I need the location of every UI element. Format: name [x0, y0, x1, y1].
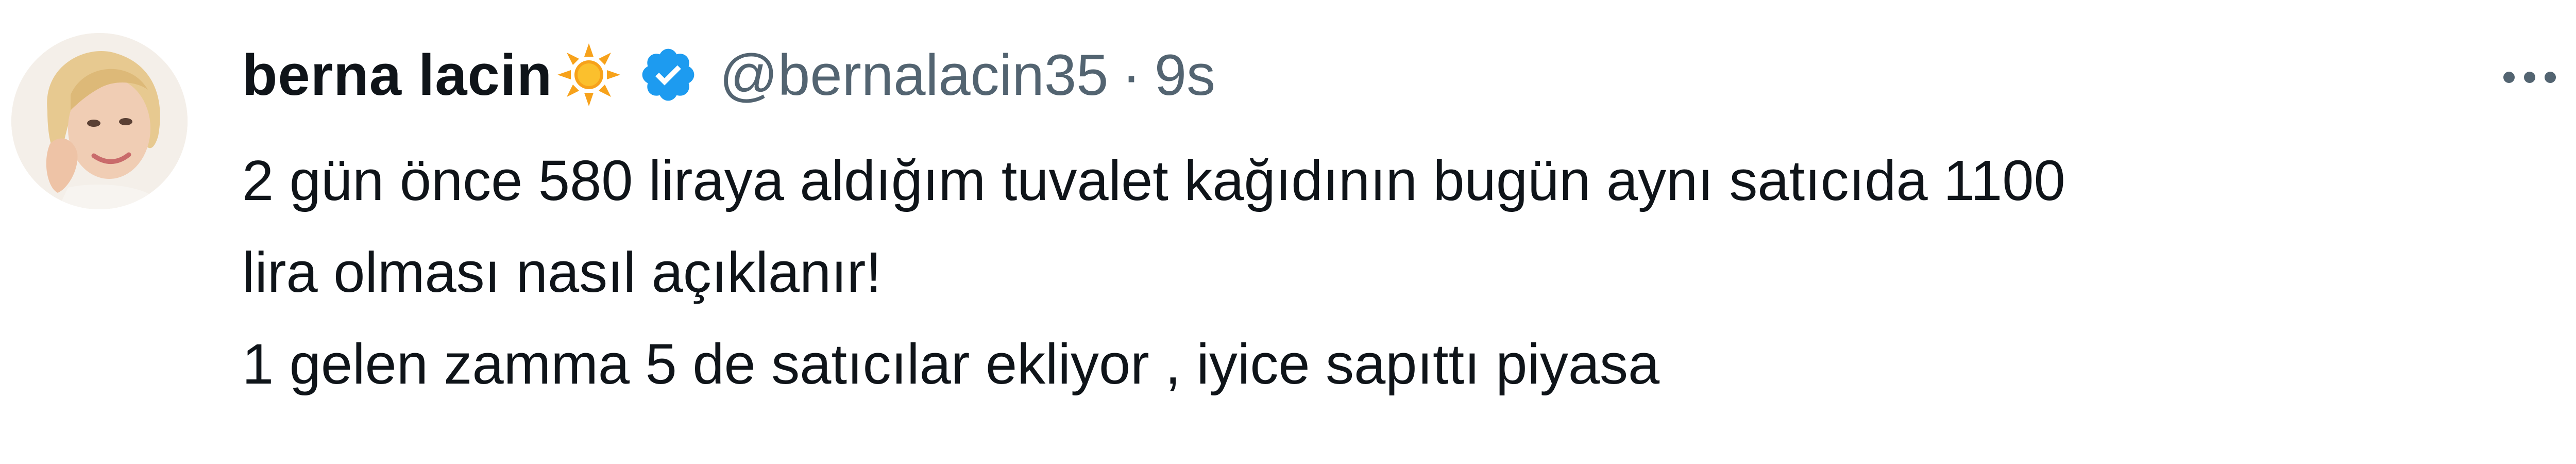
more-options-button[interactable] — [2491, 54, 2568, 101]
more-horizontal-icon — [2503, 72, 2515, 83]
tweet-header: berna lacin @bernalacin35 · 9s — [242, 36, 1215, 113]
more-horizontal-icon-dot — [2545, 72, 2556, 83]
verified-badge-icon[interactable] — [638, 44, 699, 105]
separator-dot: · — [1122, 42, 1141, 107]
avatar-image — [11, 33, 188, 209]
author-handle[interactable]: @bernalacin35 — [719, 42, 1108, 108]
tweet-text: 2 gün önce 580 liraya aldığım tuvalet ka… — [242, 135, 2509, 410]
tweet-text-line: lira olması nasıl açıklanır! — [242, 241, 882, 304]
tweet-timestamp[interactable]: 9s — [1155, 42, 1215, 108]
tweet-text-line: 2 gün önce 580 liraya aldığım tuvalet ka… — [242, 149, 2065, 212]
avatar[interactable] — [11, 33, 188, 209]
sun-emoji-icon — [555, 41, 622, 108]
tweet-text-line: 1 gelen zamma 5 de satıcılar ekliyor , i… — [242, 333, 1660, 396]
more-horizontal-icon-dot — [2524, 72, 2535, 83]
tweet-card[interactable]: berna lacin @bernalacin35 · 9s 2 gün önc… — [0, 0, 2576, 464]
author-name[interactable]: berna lacin — [242, 42, 552, 108]
